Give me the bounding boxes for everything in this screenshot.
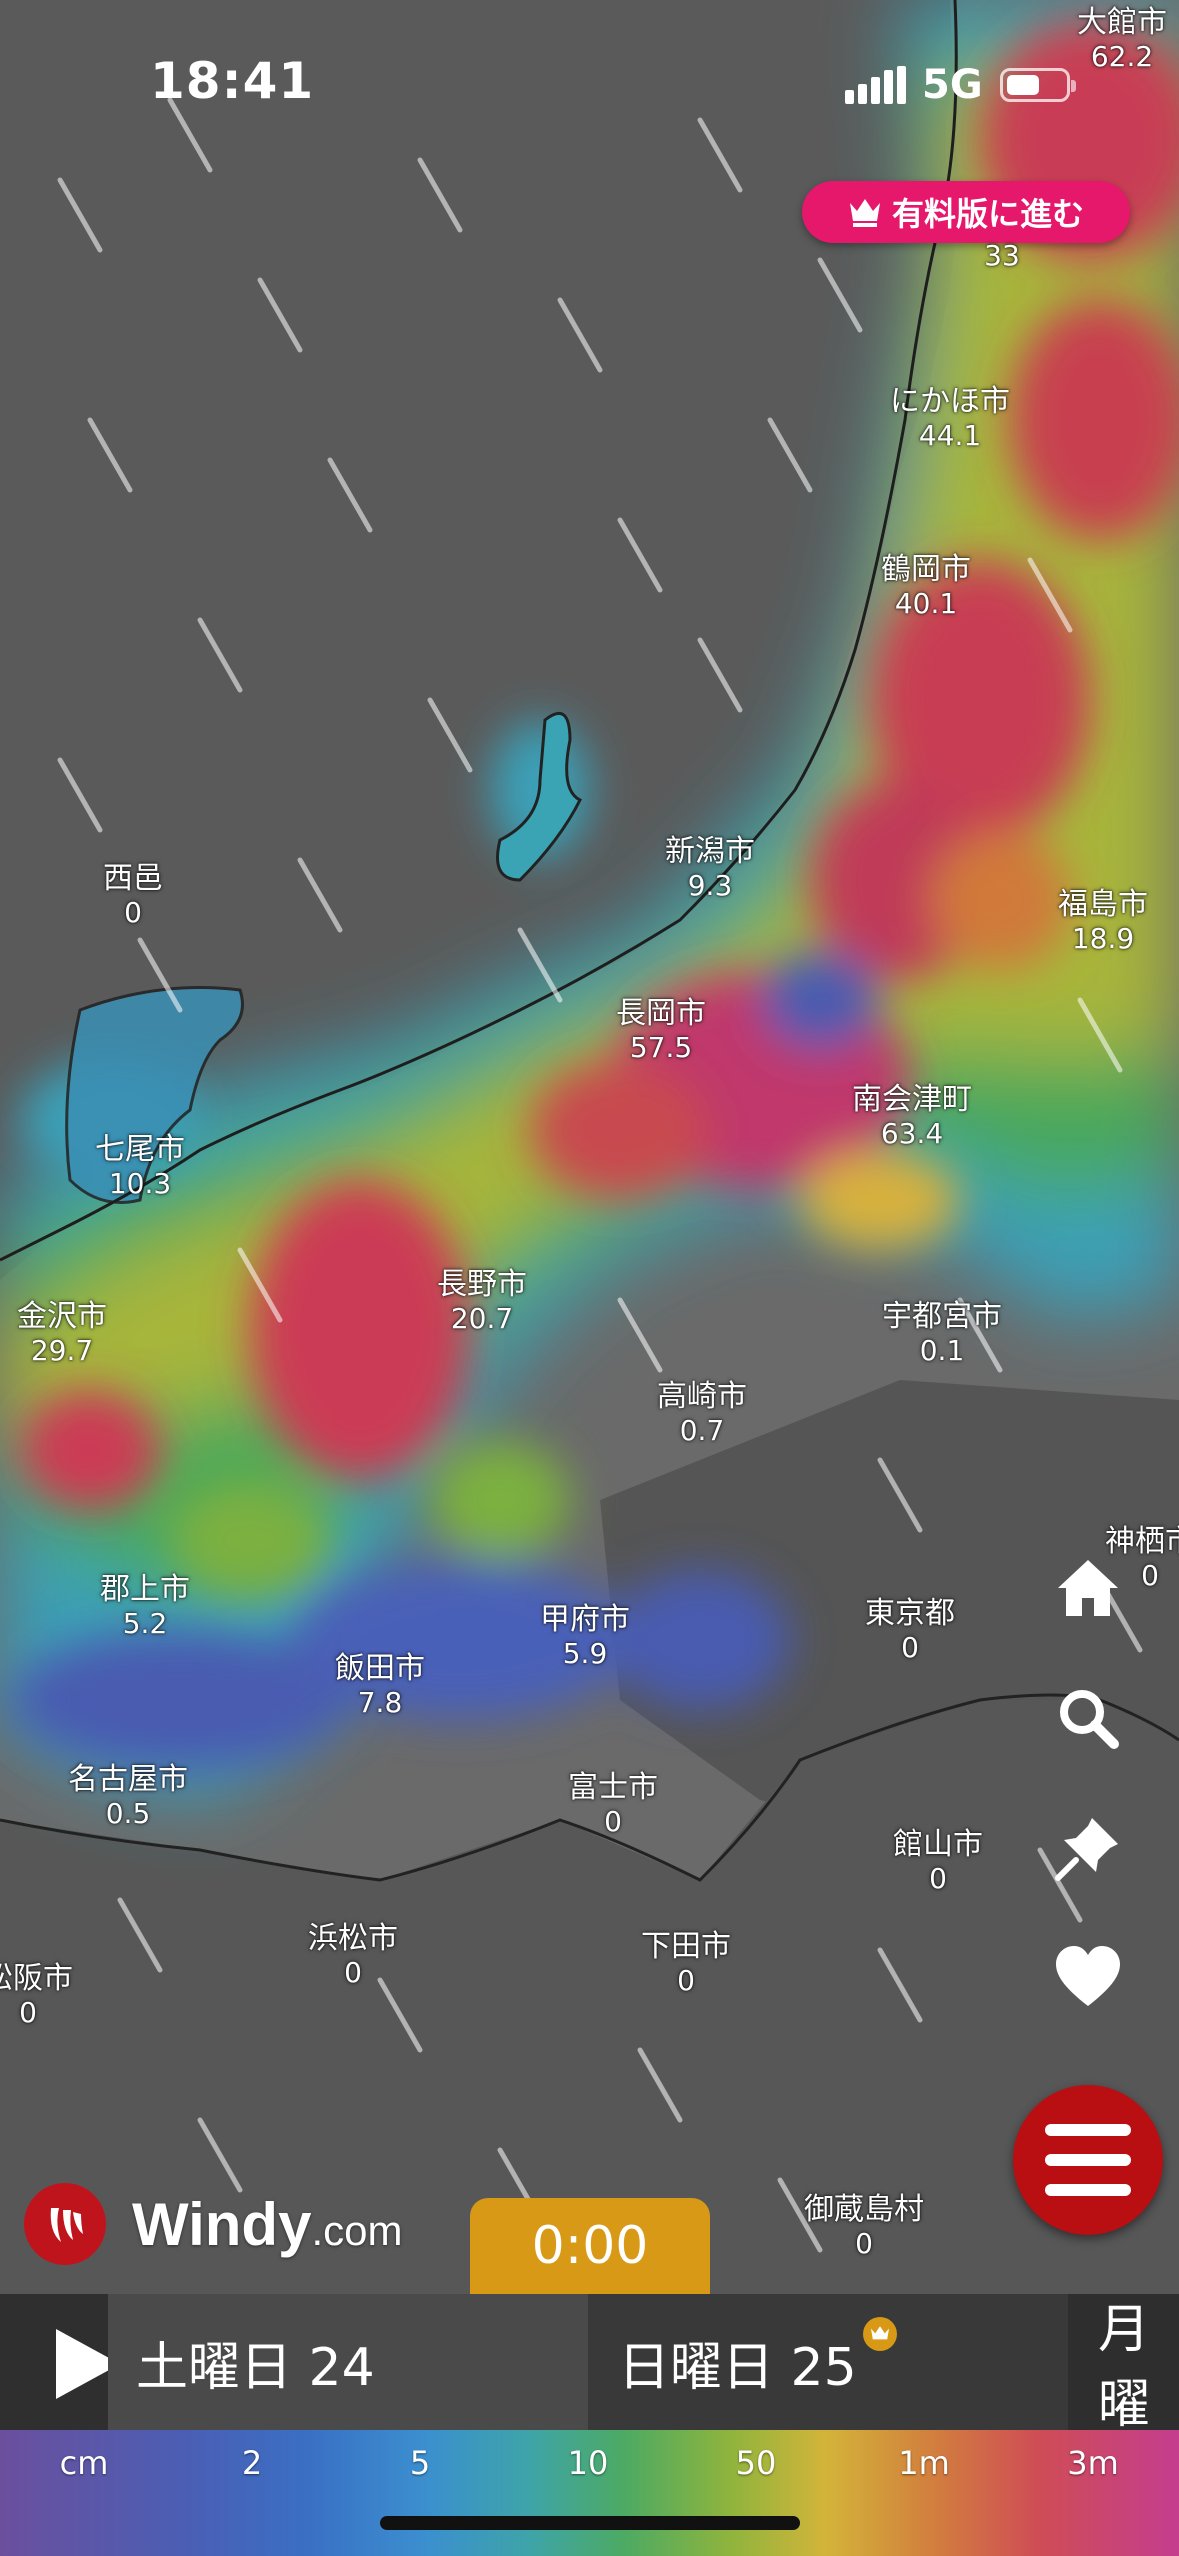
city-label: 松阪市0 bbox=[0, 1961, 73, 2029]
snow-depth-legend[interactable]: cm 2 5 10 50 1m 3m bbox=[0, 2430, 1179, 2556]
city-label: 福島市 18.9 bbox=[1058, 887, 1148, 955]
search-button[interactable] bbox=[1043, 1673, 1133, 1763]
city-label: 下田市 0 bbox=[641, 1929, 731, 1997]
city-label: 七尾市 10.3 bbox=[95, 1132, 185, 1200]
legend-label: 50 bbox=[735, 2444, 777, 2482]
legend-label: 2 bbox=[241, 2444, 263, 2482]
city-label: 御蔵島村 0 bbox=[804, 2192, 924, 2260]
city-label: 宇都宮市 0.1 bbox=[882, 1299, 1002, 1367]
city-label: 東京都 0 bbox=[865, 1596, 955, 1664]
city-label: にかほ市 44.1 bbox=[890, 384, 1010, 452]
legend-label: cm bbox=[59, 2444, 109, 2482]
city-label: 鶴岡市 40.1 bbox=[881, 552, 971, 620]
timeline-day[interactable]: 月曜 bbox=[1068, 2294, 1179, 2430]
favorites-button[interactable] bbox=[1043, 1933, 1133, 2023]
battery-icon bbox=[1000, 68, 1076, 102]
home-indicator bbox=[380, 2516, 800, 2530]
legend-label: 1m bbox=[898, 2444, 950, 2482]
city-label: 浜松市 0 bbox=[308, 1921, 398, 1989]
city-label: 大館市 62.2 bbox=[1077, 5, 1167, 73]
city-label: 新潟市 9.3 bbox=[665, 834, 755, 902]
search-icon bbox=[1060, 1690, 1119, 1749]
home-button[interactable] bbox=[1043, 1543, 1133, 1633]
windy-logo: Windy.com bbox=[24, 2183, 402, 2265]
timeline[interactable]: 土曜日 24 日曜日 25 月曜 bbox=[0, 2294, 1179, 2430]
current-time-indicator[interactable]: 0:00 bbox=[470, 2198, 710, 2316]
current-time-label: 0:00 bbox=[531, 2216, 649, 2276]
city-label: 長岡市 57.5 bbox=[616, 996, 706, 1064]
timeline-day[interactable]: 日曜日 25 bbox=[588, 2294, 1068, 2430]
city-label: 長野市 20.7 bbox=[437, 1267, 527, 1335]
city-label: 金沢市 29.7 bbox=[17, 1299, 107, 1367]
city-label: 名古屋市 0.5 bbox=[68, 1762, 188, 1830]
city-label: 館山市 0 bbox=[893, 1827, 983, 1895]
city-label: 富士市 0 bbox=[568, 1770, 658, 1838]
legend-label: 5 bbox=[409, 2444, 431, 2482]
legend-label: 3m bbox=[1067, 2444, 1119, 2482]
status-time: 18:41 bbox=[150, 52, 315, 110]
legend-label: 10 bbox=[567, 2444, 609, 2482]
windy-logo-text: Windy.com bbox=[132, 2190, 403, 2258]
city-label: 西邑 0 bbox=[103, 861, 163, 929]
pin-button[interactable] bbox=[1043, 1803, 1133, 1893]
cellular-signal-icon bbox=[845, 66, 906, 104]
upgrade-premium-label: 有料版に進む bbox=[891, 195, 1084, 233]
windy-logo-icon bbox=[24, 2183, 106, 2265]
city-label: 南会津町 63.4 bbox=[852, 1082, 972, 1150]
pin-icon bbox=[1055, 1818, 1118, 1881]
home-icon bbox=[1058, 1560, 1118, 1616]
hamburger-icon bbox=[1045, 2115, 1131, 2205]
upgrade-premium-button[interactable]: 有料版に進む bbox=[802, 181, 1130, 243]
city-label: 高崎市 0.7 bbox=[657, 1379, 747, 1447]
status-bar: 18:41 5G bbox=[0, 0, 1179, 170]
city-label: 飯田市 7.8 bbox=[335, 1651, 425, 1719]
city-label: 郡上市 5.2 bbox=[100, 1572, 190, 1640]
premium-crown-icon bbox=[862, 2317, 897, 2351]
heart-icon bbox=[1056, 1946, 1120, 2006]
crown-icon bbox=[849, 199, 880, 227]
city-label: 33 bbox=[984, 239, 1020, 272]
menu-button[interactable] bbox=[1013, 2085, 1163, 2235]
timeline-day[interactable]: 土曜日 24 bbox=[108, 2294, 588, 2430]
network-type: 5G bbox=[922, 62, 983, 108]
city-label: 甲府市 5.9 bbox=[540, 1602, 630, 1670]
play-button[interactable] bbox=[0, 2294, 120, 2430]
